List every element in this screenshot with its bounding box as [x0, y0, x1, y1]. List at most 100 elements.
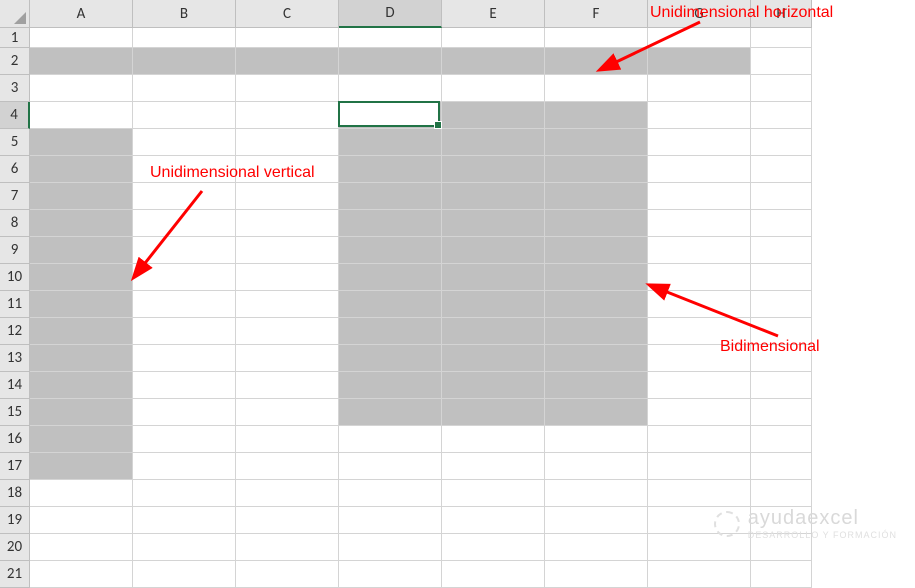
cell-D21[interactable] — [339, 561, 442, 588]
cell-B13[interactable] — [133, 345, 236, 372]
cell-E18[interactable] — [442, 480, 545, 507]
cell-E19[interactable] — [442, 507, 545, 534]
cell-E21[interactable] — [442, 561, 545, 588]
col-header-G[interactable]: G — [648, 0, 751, 28]
cell-H4[interactable] — [751, 102, 812, 129]
col-header-A[interactable]: A — [30, 0, 133, 28]
cell-E13[interactable] — [442, 345, 545, 372]
cell-G12[interactable] — [648, 318, 751, 345]
cell-A16[interactable] — [30, 426, 133, 453]
cell-A21[interactable] — [30, 561, 133, 588]
cell-A9[interactable] — [30, 237, 133, 264]
cell-D16[interactable] — [339, 426, 442, 453]
cell-B17[interactable] — [133, 453, 236, 480]
cell-E16[interactable] — [442, 426, 545, 453]
cell-G9[interactable] — [648, 237, 751, 264]
cell-A2[interactable] — [30, 48, 133, 75]
row-header-17[interactable]: 17 — [0, 453, 30, 480]
cell-A8[interactable] — [30, 210, 133, 237]
cell-H20[interactable] — [751, 534, 812, 561]
row-header-8[interactable]: 8 — [0, 210, 30, 237]
cell-F17[interactable] — [545, 453, 648, 480]
cell-H3[interactable] — [751, 75, 812, 102]
col-header-E[interactable]: E — [442, 0, 545, 28]
cell-E17[interactable] — [442, 453, 545, 480]
cell-G11[interactable] — [648, 291, 751, 318]
cell-H1[interactable] — [751, 28, 812, 48]
row-header-9[interactable]: 9 — [0, 237, 30, 264]
cell-F16[interactable] — [545, 426, 648, 453]
cell-H16[interactable] — [751, 426, 812, 453]
cell-A6[interactable] — [30, 156, 133, 183]
cell-E11[interactable] — [442, 291, 545, 318]
row-header-1[interactable]: 1 — [0, 28, 30, 48]
cell-E9[interactable] — [442, 237, 545, 264]
cell-E20[interactable] — [442, 534, 545, 561]
cell-G14[interactable] — [648, 372, 751, 399]
cell-D15[interactable] — [339, 399, 442, 426]
cell-D9[interactable] — [339, 237, 442, 264]
cell-B12[interactable] — [133, 318, 236, 345]
cell-E8[interactable] — [442, 210, 545, 237]
cell-G2[interactable] — [648, 48, 751, 75]
cell-D10[interactable] — [339, 264, 442, 291]
cell-H21[interactable] — [751, 561, 812, 588]
cell-F14[interactable] — [545, 372, 648, 399]
cell-F6[interactable] — [545, 156, 648, 183]
row-header-2[interactable]: 2 — [0, 48, 30, 75]
cell-D4[interactable] — [339, 102, 442, 129]
cell-F15[interactable] — [545, 399, 648, 426]
row-header-18[interactable]: 18 — [0, 480, 30, 507]
cell-E5[interactable] — [442, 129, 545, 156]
cell-G20[interactable] — [648, 534, 751, 561]
cell-D12[interactable] — [339, 318, 442, 345]
cell-H7[interactable] — [751, 183, 812, 210]
cell-H12[interactable] — [751, 318, 812, 345]
cell-A11[interactable] — [30, 291, 133, 318]
cell-B1[interactable] — [133, 28, 236, 48]
cell-B7[interactable] — [133, 183, 236, 210]
cell-E15[interactable] — [442, 399, 545, 426]
cell-F8[interactable] — [545, 210, 648, 237]
col-header-D[interactable]: D — [339, 0, 442, 28]
cell-G5[interactable] — [648, 129, 751, 156]
cell-D19[interactable] — [339, 507, 442, 534]
row-header-10[interactable]: 10 — [0, 264, 30, 291]
row-header-3[interactable]: 3 — [0, 75, 30, 102]
row-header-15[interactable]: 15 — [0, 399, 30, 426]
cell-G1[interactable] — [648, 28, 751, 48]
cell-D17[interactable] — [339, 453, 442, 480]
cell-F7[interactable] — [545, 183, 648, 210]
cell-A20[interactable] — [30, 534, 133, 561]
cell-E6[interactable] — [442, 156, 545, 183]
cell-E14[interactable] — [442, 372, 545, 399]
cell-C19[interactable] — [236, 507, 339, 534]
cell-C14[interactable] — [236, 372, 339, 399]
cell-D7[interactable] — [339, 183, 442, 210]
cell-H14[interactable] — [751, 372, 812, 399]
row-header-4[interactable]: 4 — [0, 102, 30, 129]
cell-C8[interactable] — [236, 210, 339, 237]
cell-G16[interactable] — [648, 426, 751, 453]
cell-C17[interactable] — [236, 453, 339, 480]
cell-D3[interactable] — [339, 75, 442, 102]
row-header-11[interactable]: 11 — [0, 291, 30, 318]
cell-F1[interactable] — [545, 28, 648, 48]
cell-B11[interactable] — [133, 291, 236, 318]
cell-B14[interactable] — [133, 372, 236, 399]
cell-C21[interactable] — [236, 561, 339, 588]
cell-C7[interactable] — [236, 183, 339, 210]
cell-E1[interactable] — [442, 28, 545, 48]
cell-A17[interactable] — [30, 453, 133, 480]
cell-G3[interactable] — [648, 75, 751, 102]
cell-A10[interactable] — [30, 264, 133, 291]
cell-A19[interactable] — [30, 507, 133, 534]
cell-D14[interactable] — [339, 372, 442, 399]
cell-H17[interactable] — [751, 453, 812, 480]
row-header-20[interactable]: 20 — [0, 534, 30, 561]
cell-F4[interactable] — [545, 102, 648, 129]
cell-B18[interactable] — [133, 480, 236, 507]
cell-F5[interactable] — [545, 129, 648, 156]
cell-F10[interactable] — [545, 264, 648, 291]
cell-C3[interactable] — [236, 75, 339, 102]
